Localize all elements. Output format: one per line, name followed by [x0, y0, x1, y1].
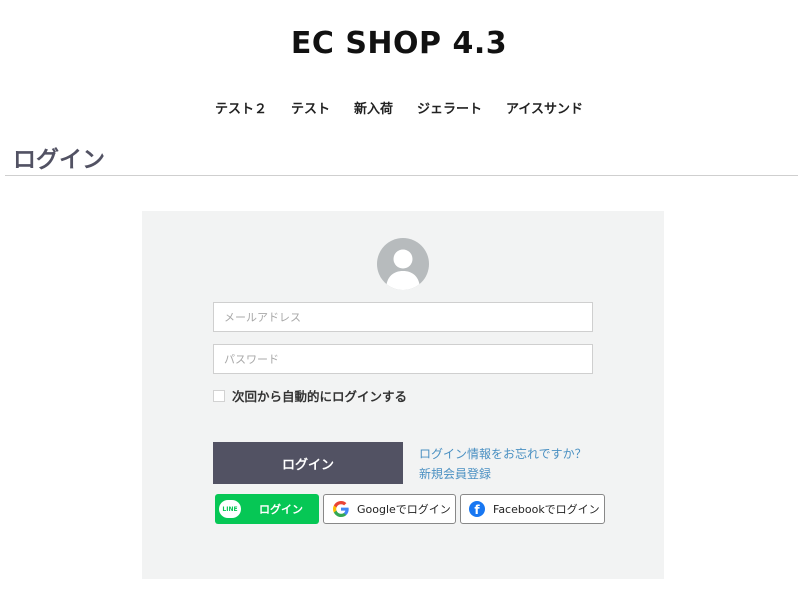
remember-label: 次回から自動的にログインする	[232, 389, 408, 404]
password-input[interactable]	[213, 344, 593, 374]
facebook-login-label: Facebookでログイン	[493, 503, 600, 516]
line-login-label: ログイン	[259, 503, 303, 516]
remember-me[interactable]: 次回から自動的にログインする	[213, 386, 407, 405]
google-login-button[interactable]: Googleでログイン	[323, 494, 456, 524]
facebook-icon: f	[469, 501, 485, 517]
login-button[interactable]: ログイン	[213, 442, 403, 484]
global-nav: テスト２ テスト 新入荷 ジェラート アイスサンド	[0, 98, 798, 117]
google-login-label: Googleでログイン	[357, 503, 451, 516]
account-links: ログイン情報をお忘れですか？ 新規会員登録	[419, 444, 587, 484]
facebook-login-button[interactable]: f Facebookでログイン	[460, 494, 605, 524]
nav-item-new-arrivals[interactable]: 新入荷	[354, 98, 393, 117]
nav-item-gelato[interactable]: ジェラート	[417, 98, 482, 117]
title-divider	[5, 175, 798, 176]
google-icon	[333, 501, 349, 517]
email-input[interactable]	[213, 302, 593, 332]
page-title: ログイン	[13, 147, 105, 173]
login-panel: 次回から自動的にログインする ログイン ログイン情報をお忘れですか？ 新規会員登…	[142, 211, 664, 579]
nav-item-test2[interactable]: テスト２	[215, 98, 267, 117]
nav-item-test[interactable]: テスト	[291, 98, 330, 117]
line-login-button[interactable]: LINE ログイン	[215, 494, 319, 524]
nav-item-ice-sandwich[interactable]: アイスサンド	[506, 98, 583, 117]
line-icon: LINE	[219, 500, 241, 518]
user-avatar-icon	[377, 238, 429, 290]
forgot-password-link[interactable]: ログイン情報をお忘れですか？	[419, 444, 587, 464]
site-title[interactable]: EC SHOP 4.3	[0, 26, 798, 61]
signup-link[interactable]: 新規会員登録	[419, 464, 587, 484]
remember-checkbox[interactable]	[213, 389, 225, 402]
